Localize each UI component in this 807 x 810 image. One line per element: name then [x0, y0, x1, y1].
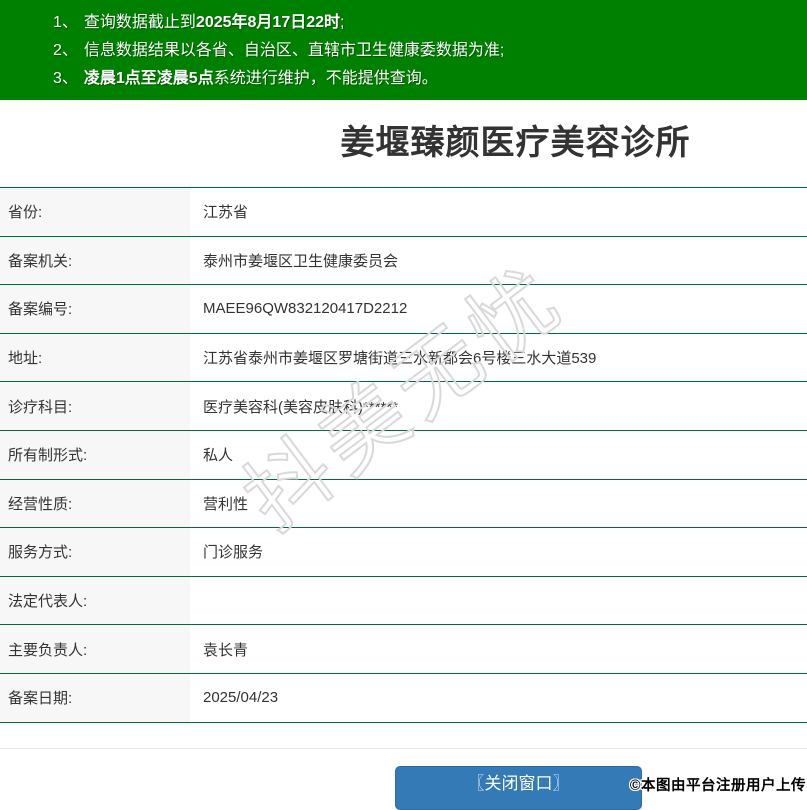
notice-text: ;: [340, 14, 344, 31]
notice-text: 信息数据结果以各省、自治区、直辖市卫生健康委数据为准;: [84, 42, 504, 59]
table-row-departments: 诊疗科目: 医疗美容科(美容皮肤科)******: [0, 382, 807, 431]
table-row-service-mode: 服务方式: 门诊服务: [0, 528, 807, 577]
table-row-business-nature: 经营性质: 营利性: [0, 480, 807, 529]
notice-number: 2、: [53, 42, 78, 59]
row-value: [190, 577, 807, 625]
close-window-button[interactable]: 〖关闭窗口〗: [395, 766, 642, 810]
row-label: 地址:: [0, 334, 190, 382]
table-row-principal: 主要负责人: 袁长青: [0, 625, 807, 674]
notice-line-2: 2、信息数据结果以各省、自治区、直辖市卫生健康委数据为准;: [53, 37, 797, 65]
row-label: 服务方式:: [0, 528, 190, 576]
row-label: 省份:: [0, 188, 190, 236]
row-value: 私人: [190, 431, 807, 479]
row-label: 所有制形式:: [0, 431, 190, 479]
divider-line: [0, 748, 807, 749]
row-label: 备案日期:: [0, 674, 190, 722]
notice-banner: 1、查询数据截止到2025年8月17日22时; 2、信息数据结果以各省、自治区、…: [0, 0, 807, 100]
row-label: 备案机关:: [0, 237, 190, 285]
table-row-province: 省份: 江苏省: [0, 188, 807, 237]
notice-number: 3、: [53, 70, 78, 87]
row-value: 营利性: [190, 480, 807, 528]
title-area: 姜堰臻颜医疗美容诊所: [224, 100, 807, 187]
table-row-legal-representative: 法定代表人:: [0, 577, 807, 626]
row-value: 江苏省: [190, 188, 807, 236]
row-label: 主要负责人:: [0, 625, 190, 673]
row-value: 袁长青: [190, 625, 807, 673]
notice-number: 1、: [53, 14, 78, 31]
row-value: 2025/04/23: [190, 674, 807, 722]
row-value: MAEE96QW832120417D2212: [190, 285, 807, 333]
copyright-overlay: ©本图由平台注册用户上传: [630, 774, 806, 795]
table-row-address: 地址: 江苏省泰州市姜堰区罗塘街道三水新都会6号楼三水大道539: [0, 334, 807, 383]
notice-line-3: 3、凌晨1点至凌晨5点系统进行维护，不能提供查询。: [53, 65, 797, 93]
table-row-record-number: 备案编号: MAEE96QW832120417D2212: [0, 285, 807, 334]
row-label: 法定代表人:: [0, 577, 190, 625]
row-label: 经营性质:: [0, 480, 190, 528]
table-row-record-date: 备案日期: 2025/04/23: [0, 674, 807, 723]
notice-text-bold: 2025年8月17日22时: [196, 14, 340, 31]
row-value: 门诊服务: [190, 528, 807, 576]
row-value: 泰州市姜堰区卫生健康委员会: [190, 237, 807, 285]
table-row-authority: 备案机关: 泰州市姜堰区卫生健康委员会: [0, 237, 807, 286]
row-label: 备案编号:: [0, 285, 190, 333]
notice-text: 系统进行维护，不能提供查询。: [214, 70, 438, 87]
notice-text: 查询数据截止到: [84, 14, 196, 31]
row-label: 诊疗科目:: [0, 382, 190, 430]
page-title: 姜堰臻颜医疗美容诊所: [224, 122, 807, 164]
notice-text-bold: 凌晨1点至凌晨5点: [84, 70, 214, 87]
table-row-ownership: 所有制形式: 私人: [0, 431, 807, 480]
row-value: 江苏省泰州市姜堰区罗塘街道三水新都会6号楼三水大道539: [190, 334, 807, 382]
registration-info-table: 省份: 江苏省 备案机关: 泰州市姜堰区卫生健康委员会 备案编号: MAEE96…: [0, 187, 807, 723]
row-value: 医疗美容科(美容皮肤科)******: [190, 382, 807, 430]
notice-line-1: 1、查询数据截止到2025年8月17日22时;: [53, 9, 797, 37]
